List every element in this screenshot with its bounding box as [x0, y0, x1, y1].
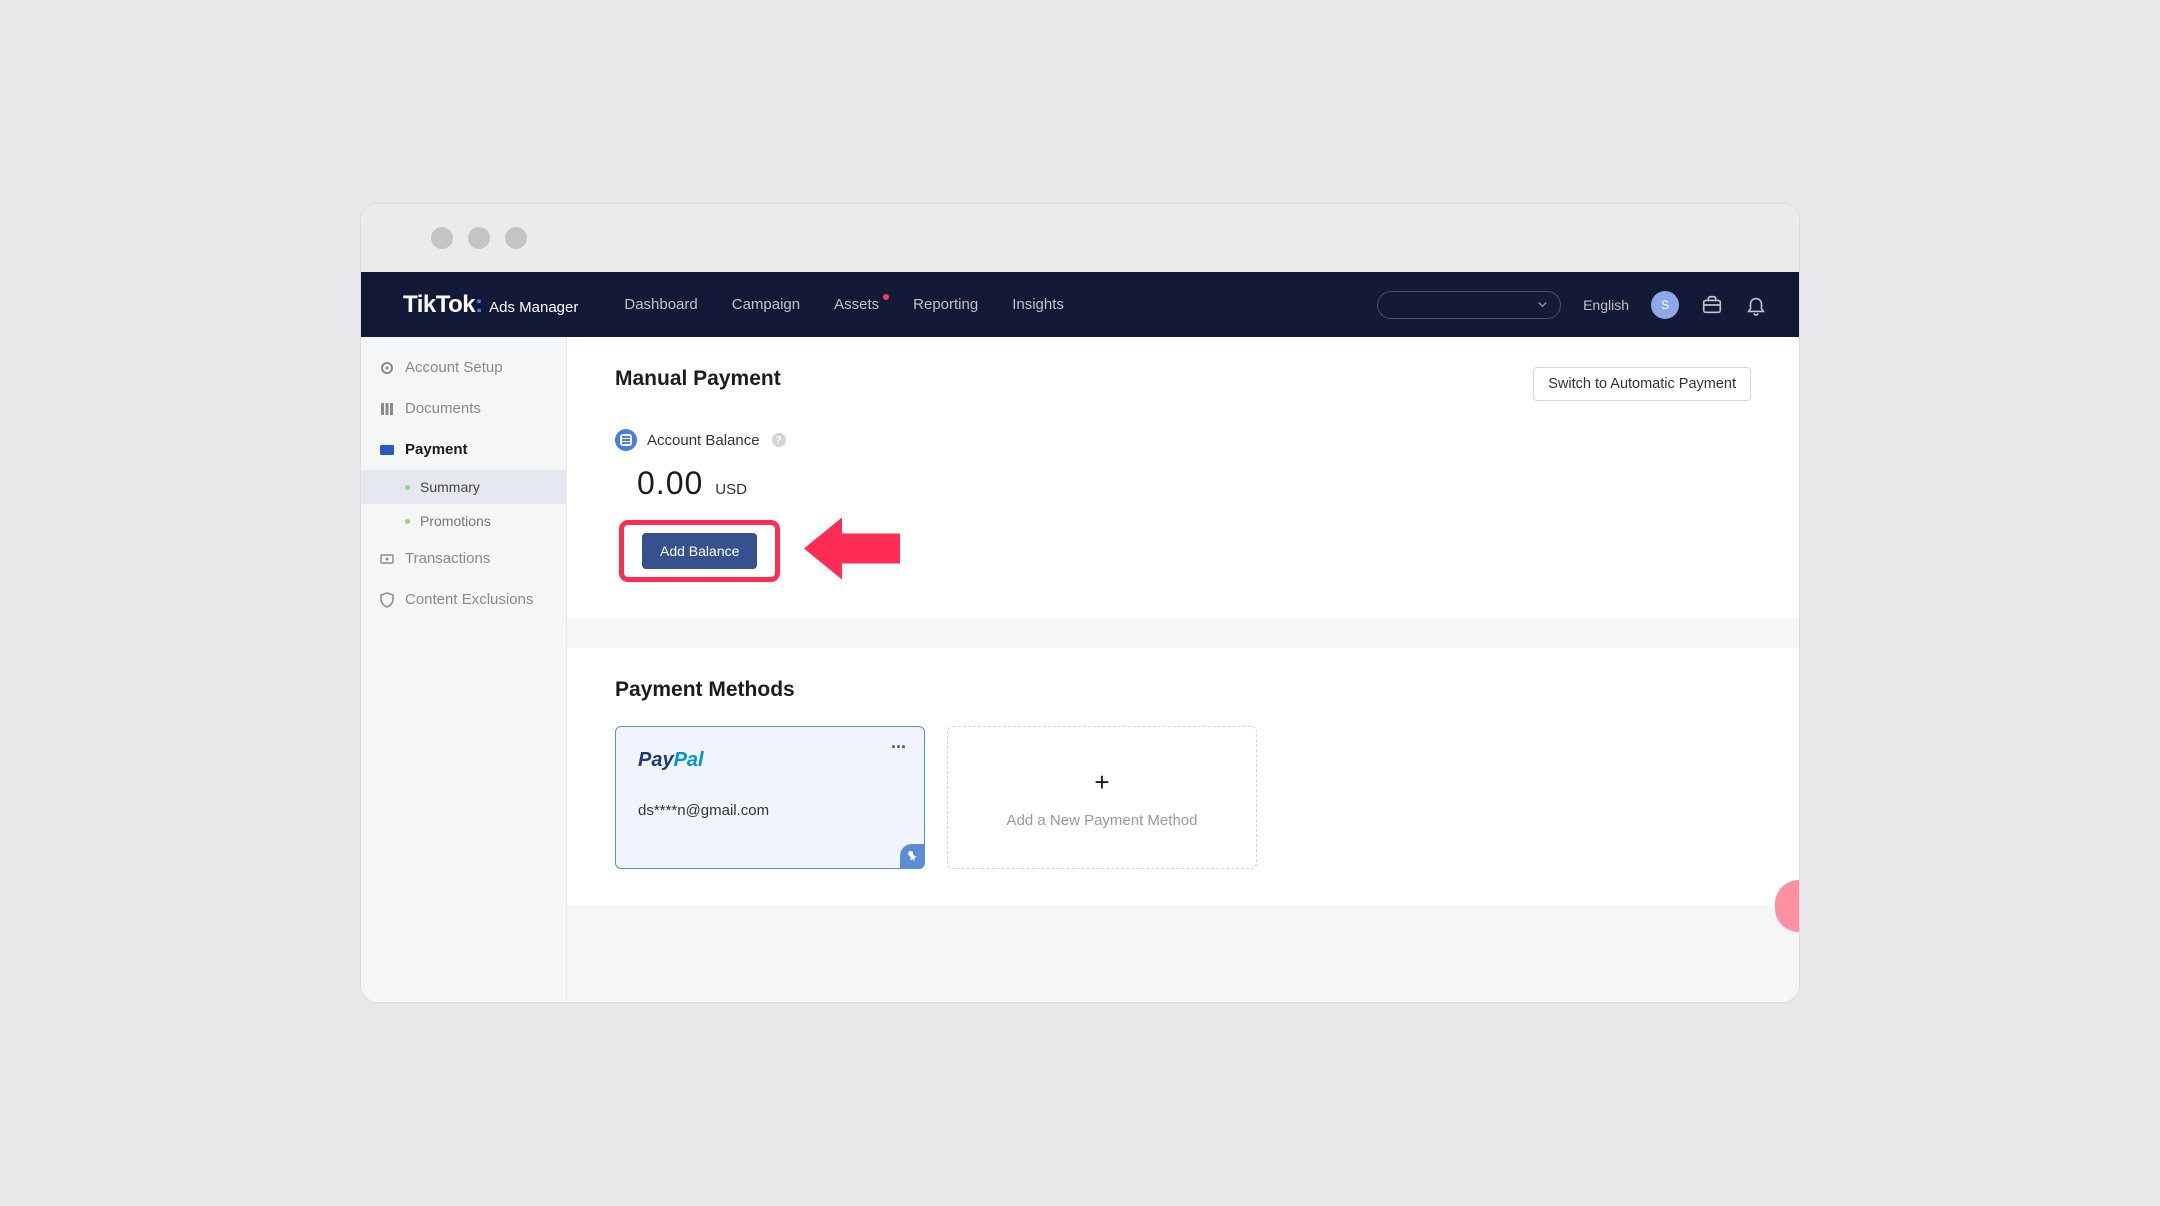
payment-methods-title: Payment Methods	[615, 678, 1751, 702]
bullet-icon	[405, 519, 410, 524]
nav-insights[interactable]: Insights	[1012, 296, 1064, 313]
plus-icon: +	[1094, 767, 1109, 798]
content-area: Account Setup Documents Payment Summary …	[361, 337, 1799, 1002]
sidebar: Account Setup Documents Payment Summary …	[361, 337, 567, 1002]
nav-reporting[interactable]: Reporting	[913, 296, 978, 313]
logo-subtitle: Ads Manager	[489, 299, 578, 316]
sidebar-item-transactions[interactable]: Transactions	[361, 538, 566, 579]
user-avatar[interactable]: S	[1651, 291, 1679, 319]
nav-menu: Dashboard Campaign Assets Reporting Insi…	[624, 296, 1064, 313]
payment-methods-panel: Payment Methods ··· PayPal ds****n@gmail…	[567, 648, 1799, 905]
gear-icon	[379, 360, 395, 376]
balance-amount: 0.00 USD	[615, 465, 1751, 502]
account-balance-row: Account Balance ?	[615, 429, 1751, 451]
shield-icon	[379, 592, 395, 608]
transactions-icon	[379, 551, 395, 567]
traffic-light-maximize[interactable]	[505, 227, 527, 249]
paypal-email: ds****n@gmail.com	[638, 802, 902, 819]
main-content: Manual Payment Switch to Automatic Payme…	[567, 337, 1799, 1002]
sidebar-item-label: Content Exclusions	[405, 591, 533, 608]
sidebar-subitem-summary[interactable]: Summary	[361, 470, 566, 504]
wallet-icon	[379, 442, 395, 458]
arrow-left-icon	[804, 510, 900, 593]
payment-method-card-paypal[interactable]: ··· PayPal ds****n@gmail.com	[615, 726, 925, 869]
add-balance-highlight: Add Balance	[619, 520, 780, 582]
sidebar-subitem-label: Promotions	[420, 513, 491, 529]
sidebar-item-account-setup[interactable]: Account Setup	[361, 347, 566, 388]
balance-currency: USD	[715, 481, 747, 498]
briefcase-icon[interactable]	[1701, 294, 1723, 316]
card-more-icon[interactable]: ···	[891, 737, 906, 758]
logo[interactable]: TikTok: Ads Manager	[403, 291, 578, 319]
sidebar-item-payment[interactable]: Payment	[361, 429, 566, 470]
sidebar-item-label: Account Setup	[405, 359, 503, 376]
browser-titlebar	[361, 204, 1799, 272]
balance-label: Account Balance	[647, 432, 760, 449]
sidebar-item-label: Documents	[405, 400, 481, 417]
account-selector[interactable]	[1377, 291, 1561, 319]
pin-icon	[900, 844, 924, 868]
documents-icon	[379, 401, 395, 417]
sidebar-subitem-label: Summary	[420, 479, 480, 495]
sidebar-item-label: Payment	[405, 441, 468, 458]
balance-badge-icon	[615, 429, 637, 451]
balance-value: 0.00	[637, 465, 703, 502]
nav-dashboard[interactable]: Dashboard	[624, 296, 697, 313]
top-navigation-bar: TikTok: Ads Manager Dashboard Campaign A…	[361, 272, 1799, 337]
payment-methods-grid: ··· PayPal ds****n@gmail.com + Add a New…	[615, 726, 1751, 869]
nav-campaign[interactable]: Campaign	[732, 296, 800, 313]
paypal-logo: PayPal	[638, 749, 902, 772]
logo-text: TikTok	[403, 291, 475, 319]
page-title: Manual Payment	[615, 367, 781, 391]
panel-header: Manual Payment Switch to Automatic Payme…	[615, 367, 1751, 401]
info-icon[interactable]: ?	[772, 433, 786, 447]
add-payment-method-card[interactable]: + Add a New Payment Method	[947, 726, 1257, 869]
sidebar-item-content-exclusions[interactable]: Content Exclusions	[361, 579, 566, 620]
sidebar-item-label: Transactions	[405, 550, 490, 567]
sidebar-subitem-promotions[interactable]: Promotions	[361, 504, 566, 538]
notification-dot-icon	[883, 294, 889, 300]
sidebar-item-documents[interactable]: Documents	[361, 388, 566, 429]
add-payment-method-label: Add a New Payment Method	[1007, 812, 1198, 829]
switch-to-automatic-button[interactable]: Switch to Automatic Payment	[1533, 367, 1751, 401]
traffic-light-minimize[interactable]	[468, 227, 490, 249]
callout-border: Add Balance	[619, 520, 780, 582]
bell-icon[interactable]	[1745, 294, 1767, 316]
language-selector[interactable]: English	[1583, 297, 1629, 313]
add-balance-button[interactable]: Add Balance	[642, 533, 757, 569]
manual-payment-panel: Manual Payment Switch to Automatic Payme…	[567, 337, 1799, 618]
chevron-down-icon	[1537, 299, 1548, 310]
traffic-light-close[interactable]	[431, 227, 453, 249]
nav-assets[interactable]: Assets	[834, 296, 879, 313]
topbar-right-group: English S	[1377, 291, 1767, 319]
browser-window: TikTok: Ads Manager Dashboard Campaign A…	[360, 203, 1800, 1003]
bullet-icon	[405, 485, 410, 490]
